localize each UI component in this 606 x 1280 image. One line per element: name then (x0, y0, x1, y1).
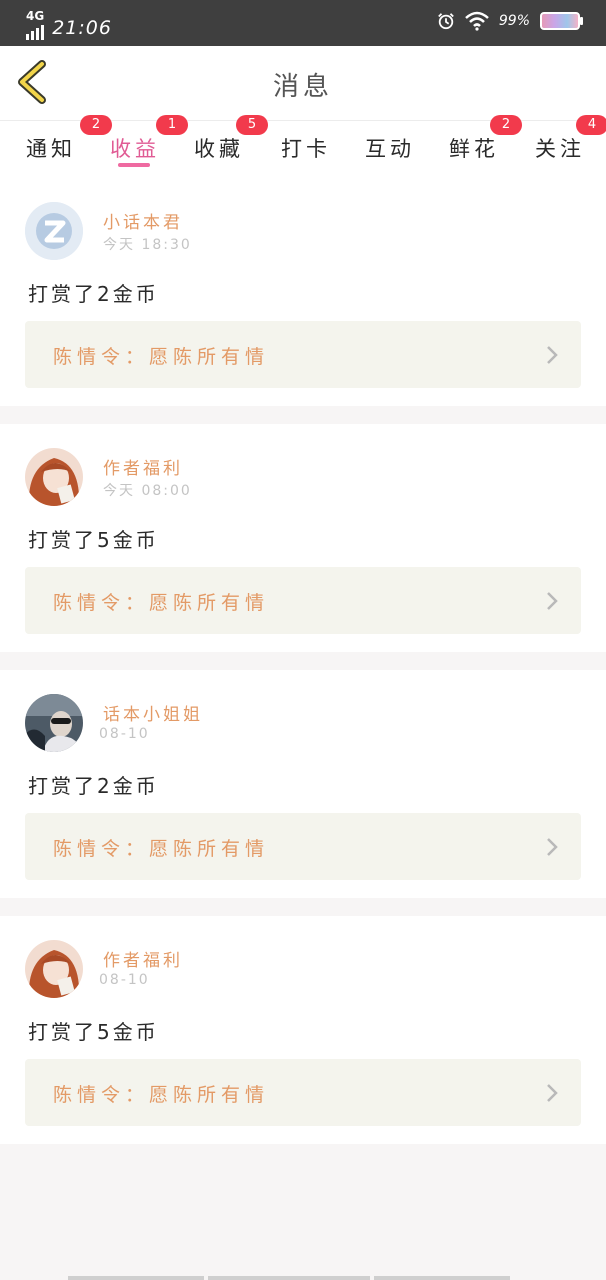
battery-percent: 99% (498, 13, 530, 29)
message-time: 今天 18:30 (103, 237, 192, 253)
sender-name[interactable]: 作者福利 (103, 946, 183, 971)
book-link[interactable]: 陈情令：愿陈所有情 (25, 567, 581, 634)
sender-name[interactable]: 作者福利 (103, 454, 183, 479)
tab-following[interactable]: 关注 4 (535, 115, 606, 179)
avatar[interactable] (25, 940, 83, 998)
tab-label: 通知 (26, 137, 76, 161)
sender-name[interactable]: 小话本君 (103, 208, 183, 233)
page-title: 消息 (272, 72, 333, 102)
message-time: 08-10 (99, 726, 150, 742)
gesture-bar (68, 1276, 510, 1280)
status-bar: 4G 21:06 99% (0, 0, 606, 46)
tab-badge: 5 (236, 115, 268, 135)
chevron-right-icon (547, 592, 558, 610)
status-time: 21:06 (52, 17, 112, 39)
network-type: 4G (26, 9, 45, 23)
tab-badge: 4 (576, 115, 606, 135)
message-text: 打赏了5金币 (28, 528, 159, 552)
tab-label: 收藏 (194, 137, 244, 161)
active-tab-indicator (118, 163, 150, 167)
list-item: 小话本君 今天 18:30 打赏了2金币 陈情令：愿陈所有情 (0, 178, 606, 406)
navigation-bar: 消息 (0, 46, 606, 120)
tab-badge: 2 (80, 115, 112, 135)
tab-interactions[interactable]: 互动 (365, 121, 425, 179)
tab-badge: 1 (156, 115, 188, 135)
book-title: 陈情令：愿陈所有情 (53, 838, 270, 860)
message-text: 打赏了2金币 (28, 774, 159, 798)
logo-avatar-icon (25, 202, 83, 260)
tab-label: 打卡 (281, 137, 331, 161)
book-title: 陈情令：愿陈所有情 (53, 1084, 270, 1106)
book-title: 陈情令：愿陈所有情 (53, 346, 270, 368)
tab-label: 收益 (110, 137, 160, 161)
chevron-right-icon (547, 1084, 558, 1102)
message-text: 打赏了5金币 (28, 1020, 159, 1044)
chevron-right-icon (547, 346, 558, 364)
category-tabs: 通知 2 收益 1 收藏 5 打卡 互动 鲜花 2 关注 4 (0, 115, 606, 179)
tab-checkin[interactable]: 打卡 (281, 121, 341, 179)
anime-girl-avatar-icon (25, 448, 83, 506)
tab-favorites[interactable]: 收藏 5 (194, 115, 270, 179)
list-item: 话本小姐姐 08-10 打赏了2金币 陈情令：愿陈所有情 (0, 670, 606, 898)
book-link[interactable]: 陈情令：愿陈所有情 (25, 813, 581, 880)
message-time: 今天 08:00 (103, 483, 192, 499)
signal-icon (26, 22, 44, 40)
tab-label: 鲜花 (449, 137, 499, 161)
chevron-right-icon (547, 838, 558, 856)
tab-badge: 2 (490, 115, 522, 135)
photo-avatar-icon (25, 694, 83, 752)
avatar[interactable] (25, 202, 83, 260)
avatar[interactable] (25, 448, 83, 506)
avatar[interactable] (25, 694, 83, 752)
battery-icon (540, 12, 583, 30)
tab-notifications[interactable]: 通知 2 (26, 115, 112, 179)
book-title: 陈情令：愿陈所有情 (53, 592, 270, 614)
tab-label: 关注 (535, 137, 585, 161)
tab-flowers[interactable]: 鲜花 2 (449, 115, 523, 179)
message-text: 打赏了2金币 (28, 282, 159, 306)
anime-girl-avatar-icon (25, 940, 83, 998)
tab-label: 互动 (365, 137, 415, 161)
sender-name[interactable]: 话本小姐姐 (103, 700, 203, 725)
book-link[interactable]: 陈情令：愿陈所有情 (25, 321, 581, 388)
alarm-icon (438, 13, 454, 30)
message-list: 小话本君 今天 18:30 打赏了2金币 陈情令：愿陈所有情 作者福利 今天 0… (0, 178, 606, 1162)
list-item: 作者福利 今天 08:00 打赏了5金币 陈情令：愿陈所有情 (0, 424, 606, 652)
list-item: 作者福利 08-10 打赏了5金币 陈情令：愿陈所有情 (0, 916, 606, 1144)
wifi-icon (465, 11, 489, 31)
tab-earnings[interactable]: 收益 1 (110, 115, 188, 179)
book-link[interactable]: 陈情令：愿陈所有情 (25, 1059, 581, 1126)
message-time: 08-10 (99, 972, 150, 988)
